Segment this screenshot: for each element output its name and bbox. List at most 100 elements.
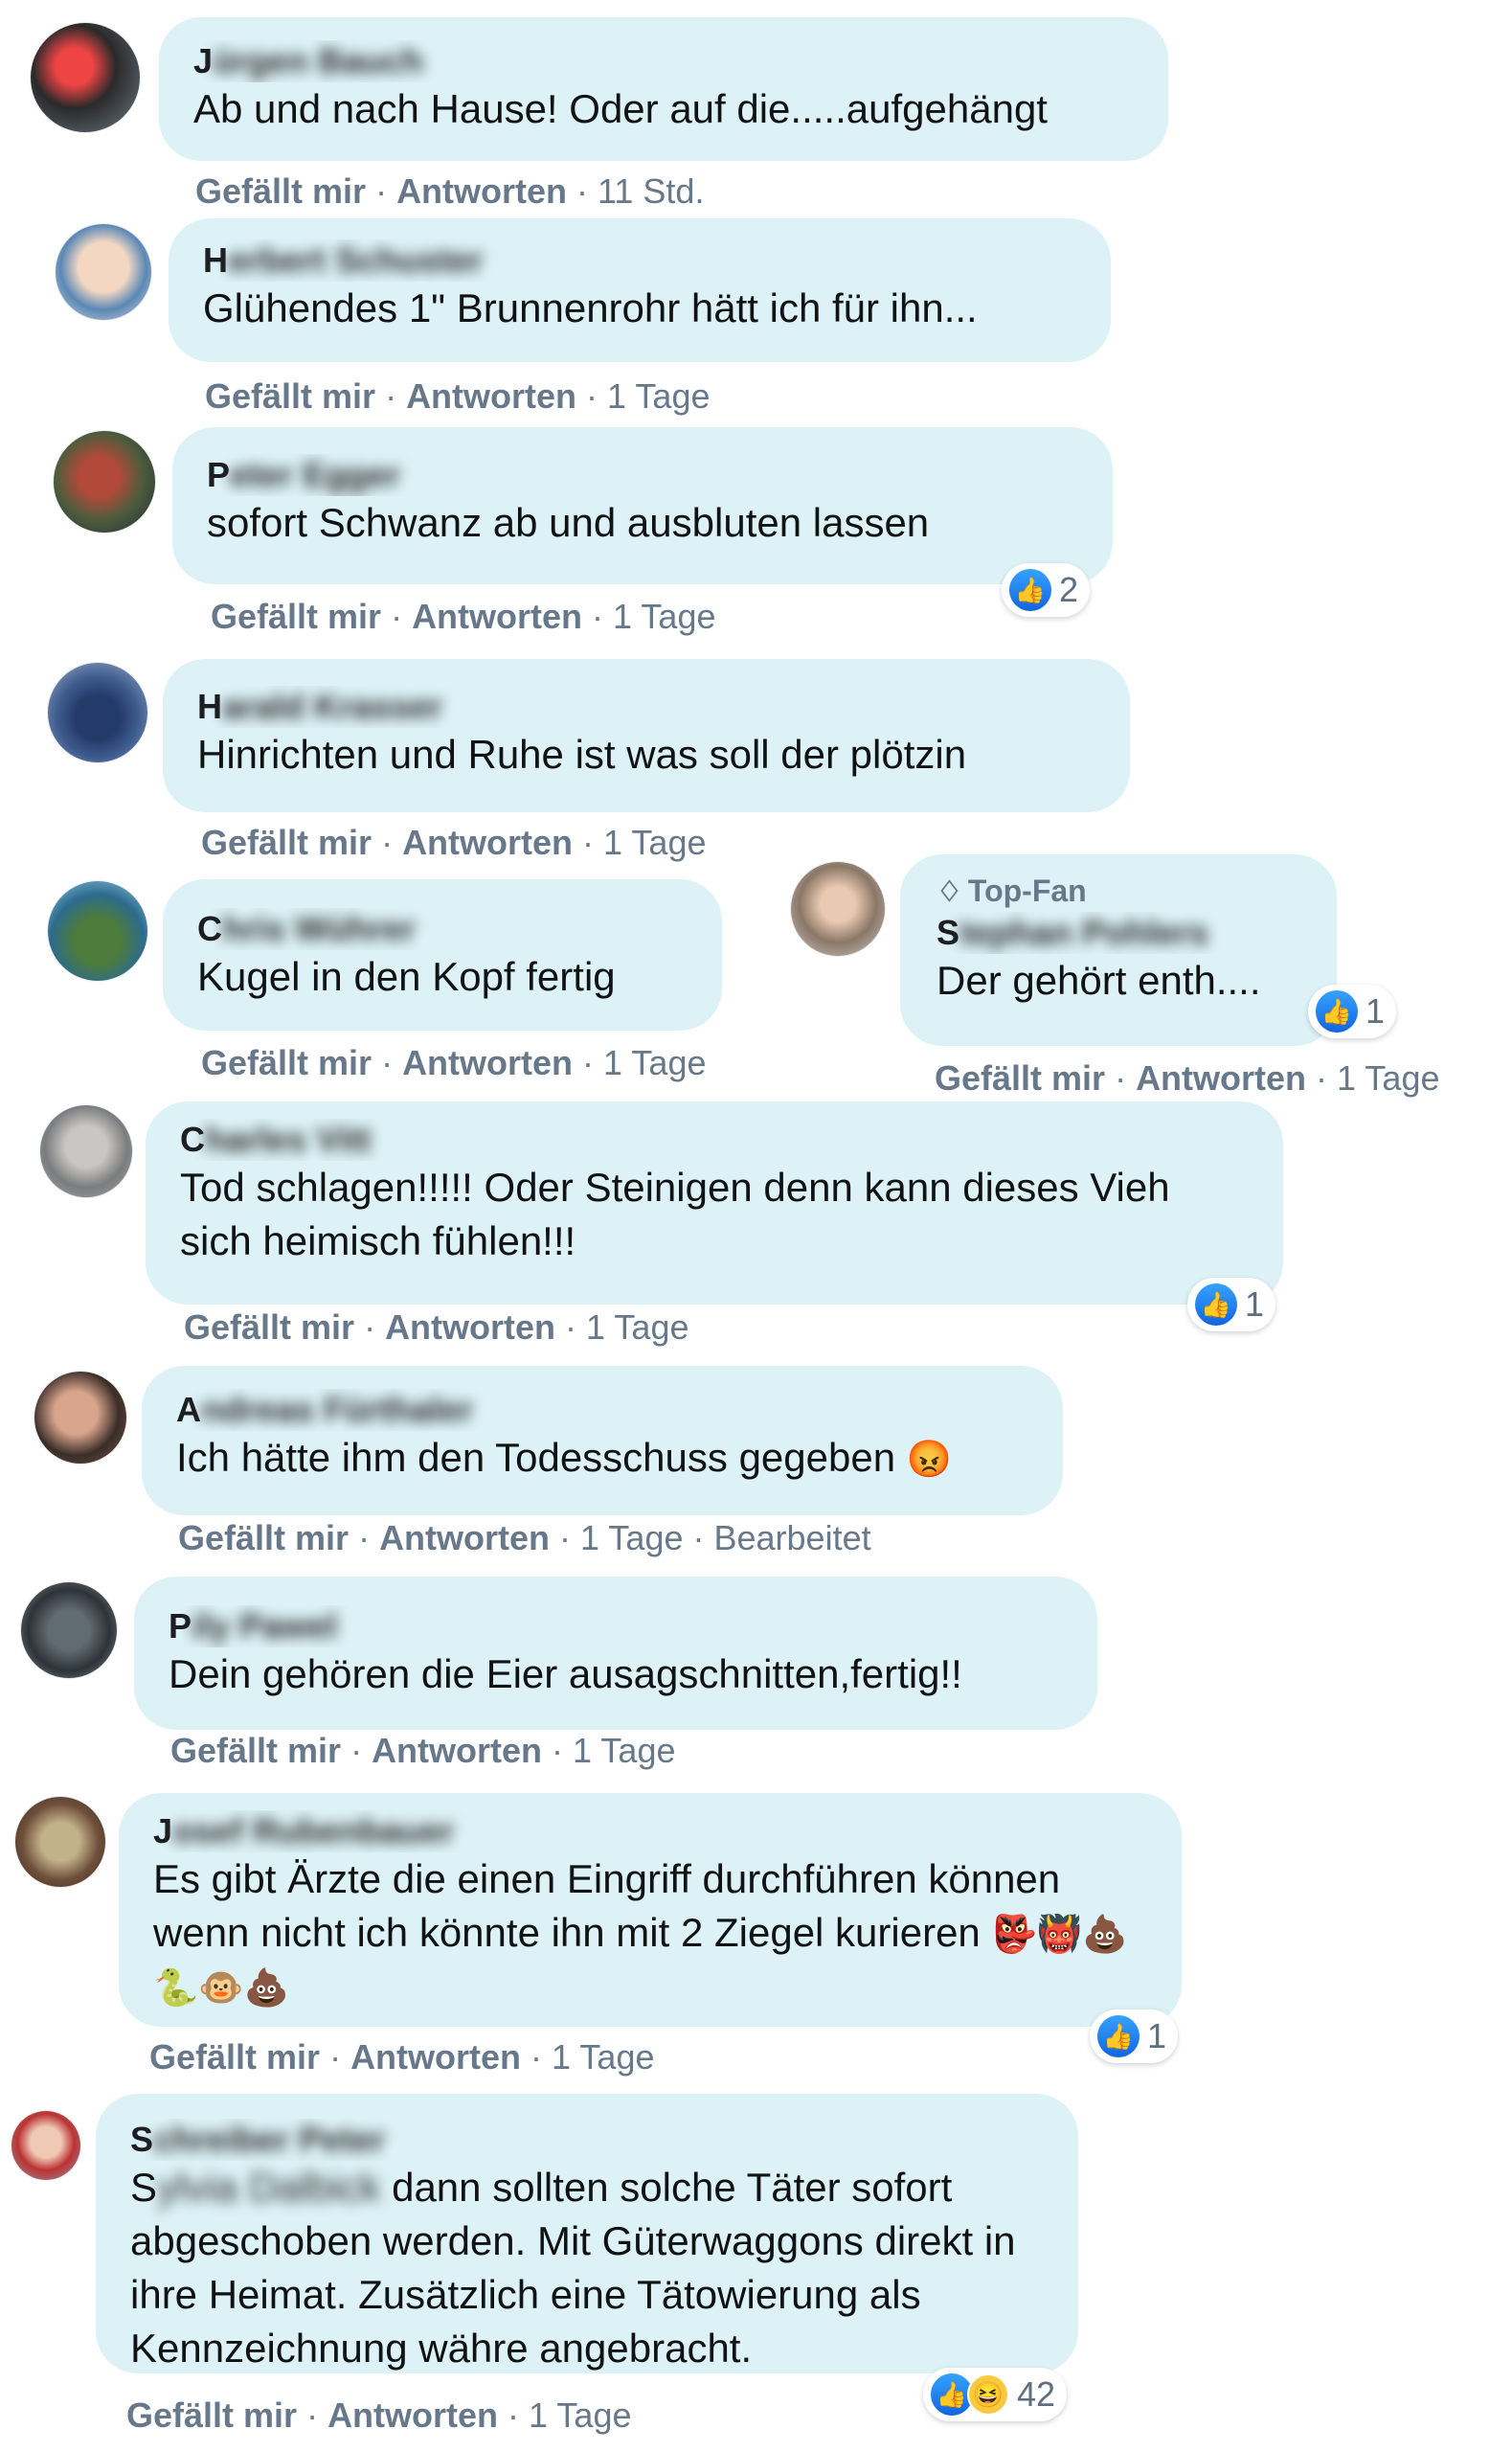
like-button[interactable]: Gefällt mir <box>205 376 375 416</box>
timestamp[interactable]: 1 Tage <box>603 823 706 862</box>
comment-text: Ich hätte ihm den Todesschuss gegeben 😡 <box>176 1435 953 1480</box>
timestamp[interactable]: 1 Tage <box>603 1043 706 1082</box>
top-fan-badge[interactable]: ♢ Top-Fan <box>937 872 1314 912</box>
diamond-icon: ♢ <box>937 876 962 908</box>
comment-text-line: sich heimisch fühlen!!! <box>180 1218 576 1263</box>
timestamp[interactable]: 1 Tage <box>1337 1058 1439 1098</box>
comment-text: Kugel in den Kopf fertig <box>197 954 616 999</box>
comment-actions: Gefällt mir · Antworten · 1 Tage <box>201 823 707 862</box>
like-button[interactable]: Gefällt mir <box>935 1058 1105 1098</box>
reply-button[interactable]: Antworten <box>1136 1058 1306 1098</box>
commenter-name[interactable]: Schreiber Peter <box>130 2119 1046 2161</box>
avatar[interactable] <box>40 1105 132 1197</box>
like-button[interactable]: Gefällt mir <box>195 171 366 211</box>
avatar[interactable] <box>34 1372 126 1464</box>
commenter-name[interactable]: Stephan Pohlers <box>937 912 1314 954</box>
comment-bubble: Peter Egger sofort Schwanz ab und ausblu… <box>172 427 1113 584</box>
reply-button[interactable]: Antworten <box>327 2395 498 2435</box>
like-button[interactable]: Gefällt mir <box>211 597 381 636</box>
angry-face-emoji: 😡 <box>906 1440 953 1480</box>
timestamp[interactable]: 1 Tage <box>586 1307 688 1347</box>
avatar[interactable] <box>48 663 147 762</box>
comment-text: Glühendes 1" Brunnenrohr hätt ich für ih… <box>203 285 978 330</box>
like-reaction-icon: 👍 <box>1195 1283 1237 1326</box>
like-button[interactable]: Gefällt mir <box>170 1731 341 1770</box>
reaction-count-badge[interactable]: 👍 1 <box>1090 2009 1179 2063</box>
avatar[interactable] <box>54 431 155 533</box>
reply-button[interactable]: Antworten <box>372 1731 542 1770</box>
emoji-group: 🐍🐵💩 <box>153 1968 289 2009</box>
avatar[interactable] <box>31 23 140 132</box>
comment-text-line: wenn nicht ich könnte ihn mit 2 Ziegel k… <box>153 1910 1128 1955</box>
reply-button[interactable]: Antworten <box>406 376 576 416</box>
like-reaction-icon: 👍 <box>1097 2015 1140 2057</box>
reply-button[interactable]: Antworten <box>385 1307 555 1347</box>
avatar[interactable] <box>48 881 147 981</box>
comment-bubble: Jürgen Bauch Ab und nach Hause! Oder auf… <box>159 17 1168 161</box>
avatar[interactable] <box>11 2111 80 2180</box>
avatar[interactable] <box>791 862 885 956</box>
timestamp[interactable]: 1 Tage <box>580 1518 683 1557</box>
comment-text-line: ihre Heimat. Zusätzlich eine Tätowierung… <box>130 2272 921 2317</box>
comment-actions: Gefällt mir · Antworten · 1 Tage <box>935 1058 1440 1098</box>
commenter-name[interactable]: Harald Krasser <box>197 686 1097 728</box>
commenter-name[interactable]: Chris Wührer <box>197 908 689 950</box>
like-button[interactable]: Gefällt mir <box>126 2395 297 2435</box>
avatar[interactable] <box>56 224 151 320</box>
timestamp[interactable]: 1 Tage <box>552 2037 654 2077</box>
reply-button[interactable]: Antworten <box>396 171 567 211</box>
reaction-count-badge[interactable]: 👍 1 <box>1308 985 1397 1038</box>
comment-text-line: Sylvia Dalbick dann sollten solche Täter… <box>130 2165 953 2210</box>
avatar[interactable] <box>15 1797 105 1887</box>
like-button[interactable]: Gefällt mir <box>201 1043 372 1082</box>
timestamp[interactable]: 11 Std. <box>598 171 704 211</box>
commenter-name[interactable]: Pily Pawel <box>169 1605 1065 1647</box>
timestamp[interactable]: 1 Tage <box>613 597 715 636</box>
commenter-name[interactable]: Josef Rubenbauer <box>153 1810 1149 1852</box>
like-button[interactable]: Gefällt mir <box>184 1307 354 1347</box>
commenter-name[interactable]: Charles Vitt <box>180 1119 1251 1161</box>
comment-bubble: ♢ Top-Fan Stephan Pohlers Der gehört enth… <box>900 854 1337 1046</box>
comment-bubble: Pily Pawel Dein gehören die Eier ausagsc… <box>134 1577 1097 1730</box>
edited-label: Bearbeitet <box>713 1518 871 1557</box>
comment-bubble: Harald Krasser Hinrichten und Ruhe ist w… <box>163 659 1130 812</box>
commenter-name[interactable]: Andreas Fürthaler <box>176 1389 1030 1431</box>
comment-actions: Gefällt mir · Antworten · 1 Tage <box>170 1731 676 1770</box>
timestamp[interactable]: 1 Tage <box>573 1731 675 1770</box>
avatar[interactable] <box>21 1582 117 1678</box>
comment-text-line: Es gibt Ärzte die einen Eingriff durchfü… <box>153 1856 1061 1901</box>
reaction-count-badge[interactable]: 👍 2 <box>1002 563 1091 617</box>
comment-actions: Gefällt mir · Antworten · 1 Tage <box>126 2395 632 2435</box>
reply-button[interactable]: Antworten <box>402 1043 573 1082</box>
commenter-name[interactable]: Peter Egger <box>207 454 1080 496</box>
comment-text: Dein gehören die Eier ausagschnitten,fer… <box>169 1651 962 1696</box>
comment-bubble: Schreiber Peter Sylvia Dalbick dann soll… <box>96 2094 1078 2373</box>
emoji-group: 👺👹💩 <box>991 1915 1128 1955</box>
mention[interactable]: Sylvia Dalbick <box>130 2165 380 2210</box>
like-reaction-icon: 👍 <box>1316 990 1358 1033</box>
reaction-count-badge[interactable]: 👍 😆 42 <box>923 2368 1068 2421</box>
reply-button[interactable]: Antworten <box>379 1518 550 1557</box>
reply-button[interactable]: Antworten <box>402 823 573 862</box>
reply-button[interactable]: Antworten <box>412 597 582 636</box>
commenter-name[interactable]: Herbert Schuster <box>203 239 1078 282</box>
comment-text: sofort Schwanz ab und ausbluten lassen <box>207 500 930 545</box>
comment-actions: Gefällt mir · Antworten · 1 Tage <box>205 376 711 416</box>
timestamp[interactable]: 1 Tage <box>607 376 710 416</box>
comment-bubble: Charles Vitt Tod schlagen!!!!! Oder Stei… <box>146 1101 1283 1305</box>
like-button[interactable]: Gefällt mir <box>178 1518 349 1557</box>
comment-text: Der gehört enth.... <box>937 958 1261 1003</box>
comment-bubble: Chris Wührer Kugel in den Kopf fertig <box>163 879 722 1031</box>
comment-actions: Gefällt mir · Antworten · 11 Std. <box>195 171 705 211</box>
reaction-count-badge[interactable]: 👍 1 <box>1187 1278 1276 1331</box>
haha-reaction-icon: 😆 <box>967 2373 1009 2416</box>
comment-actions: Gefällt mir · Antworten · 1 Tage <box>184 1307 689 1347</box>
reply-button[interactable]: Antworten <box>350 2037 521 2077</box>
comment-text-line: abgeschoben werden. Mit Güterwaggons dir… <box>130 2218 1016 2263</box>
comment-actions: Gefällt mir · Antworten · 1 Tage · Bearb… <box>178 1518 871 1557</box>
timestamp[interactable]: 1 Tage <box>529 2395 631 2435</box>
like-button[interactable]: Gefällt mir <box>201 823 372 862</box>
like-reaction-icon: 👍 <box>1009 569 1051 611</box>
like-button[interactable]: Gefällt mir <box>149 2037 320 2077</box>
commenter-name[interactable]: Jürgen Bauch <box>193 40 1136 82</box>
